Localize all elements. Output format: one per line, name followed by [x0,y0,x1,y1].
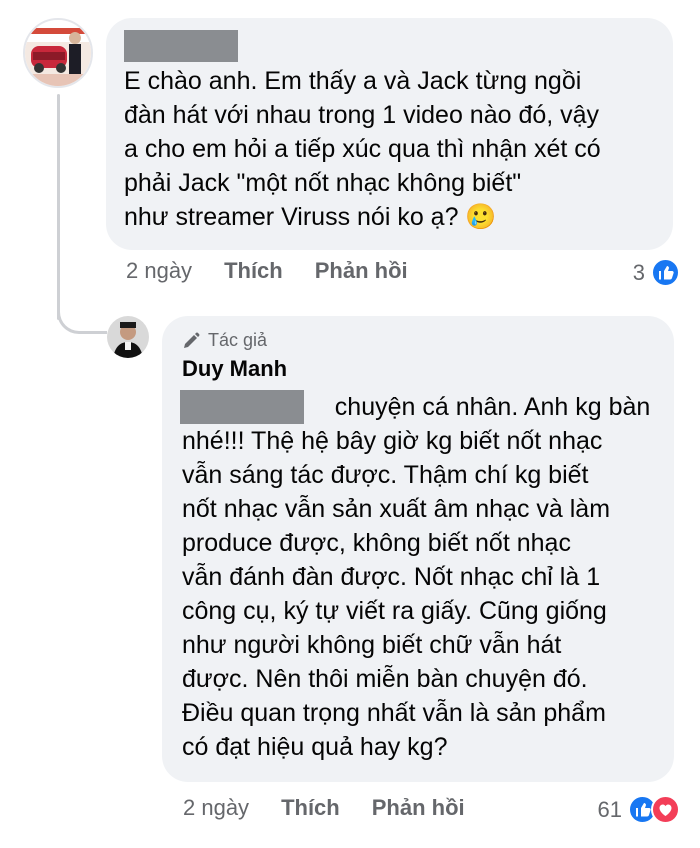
like-button[interactable]: Thích [224,258,283,284]
like-button[interactable]: Thích [281,795,340,821]
reply-line: công cụ, ký tự viết ra giấy. Cũng giống [182,597,607,625]
like-reaction-icon [651,258,680,287]
reaction-summary[interactable]: 3 [633,258,680,287]
reaction-count: 3 [632,259,645,285]
reaction-summary[interactable]: 61 [598,795,680,824]
reply-line: chuyện cá nhân. Anh kg bàn [182,393,651,421]
reply-actions: 2 ngày Thích Phản hồi [183,795,465,821]
reply-line: như người không biết chữ vẫn hát [182,631,562,659]
comment-line: như streamer Viruss nói ko ạ? 🥲 [124,203,497,231]
reply-timestamp[interactable]: 2 ngày [183,795,249,821]
redacted-commenter-name [124,30,238,62]
reply-line: produce được, không biết nốt nhạc [182,529,571,557]
author-badge: Tác giả [182,330,267,351]
author-avatar[interactable] [107,316,149,358]
reply-button[interactable]: Phản hồi [372,795,465,821]
comment-text: E chào anh. Em thấy a và Jack từng ngồi … [124,64,601,234]
author-name[interactable]: Duy Manh [182,356,287,382]
thread-connector [57,286,107,334]
reply-text: chuyện cá nhân. Anh kg bàn nhé!!! Thệ hệ… [182,390,650,764]
author-badge-label: Tác giả [208,330,268,350]
reply-line: nốt nhạc vẫn sản xuất âm nhạc và làm [182,495,611,523]
comment-line: a cho em hỏi a tiếp xúc qua thì nhận xét… [124,135,601,163]
love-reaction-icon [651,795,680,824]
reply-line: vẫn sáng tác được. Thậm chí kg biết [182,461,589,489]
pen-icon [184,332,200,348]
comment-line: đàn hát với nhau trong 1 video nào đó, v… [124,101,600,129]
reply-button[interactable]: Phản hồi [315,258,408,284]
reply-line: nhé!!! Thệ hệ bây giờ kg biết nốt nhạc [182,427,603,455]
reply-line: được. Nên thôi miễn bàn chuyện đó. [182,665,588,693]
comment-line: phải Jack "một nốt nhạc không biết" [124,169,522,197]
comment-timestamp[interactable]: 2 ngày [126,258,192,284]
reply-line: vẫn đánh đàn được. Nốt nhạc chỉ là 1 [182,563,601,591]
comment-line: E chào anh. Em thấy a và Jack từng ngồi [124,67,582,95]
comment-actions: 2 ngày Thích Phản hồi [126,258,408,284]
comment-bubble: E chào anh. Em thấy a và Jack từng ngồi … [106,18,673,250]
reply-line: Điều quan trọng nhất vẫn là sản phẩm [182,699,606,727]
reply-line: có đạt hiệu quả hay kg? [182,733,448,761]
commenter-avatar[interactable] [23,18,93,88]
reply-bubble: Tác giả Duy Manh chuyện cá nhân. Anh kg … [162,316,674,782]
reaction-count: 61 [597,796,622,822]
